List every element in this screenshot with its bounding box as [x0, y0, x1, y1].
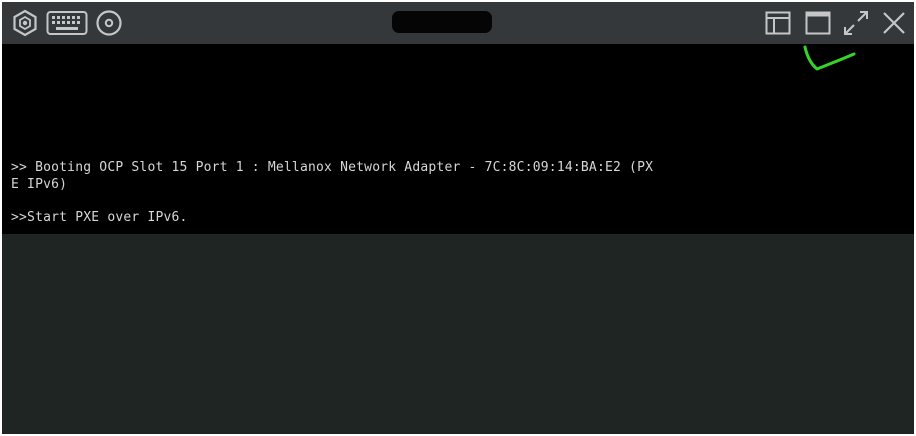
console-line: E IPv6) [11, 177, 68, 192]
console-screen[interactable]: >> Booting OCP Slot 15 Port 1 : Mellanox… [2, 44, 914, 234]
redacted-title [392, 11, 492, 33]
layout-split-icon[interactable] [764, 9, 792, 37]
remote-console-window: >> Booting OCP Slot 15 Port 1 : Mellanox… [2, 2, 914, 434]
settings-hex-icon[interactable] [10, 9, 40, 37]
window-icon[interactable] [804, 9, 832, 37]
empty-canvas-area [2, 234, 914, 434]
fullscreen-icon[interactable] [842, 9, 870, 37]
console-line: >> Booting OCP Slot 15 Port 1 : Mellanox… [11, 160, 654, 175]
disc-icon[interactable] [94, 9, 124, 37]
console-toolbar [2, 2, 914, 44]
console-line: >>Start PXE over IPv6. [11, 210, 188, 225]
close-icon[interactable] [880, 9, 908, 37]
keyboard-icon[interactable] [46, 9, 88, 37]
checkmark-annotation-icon [803, 45, 856, 71]
